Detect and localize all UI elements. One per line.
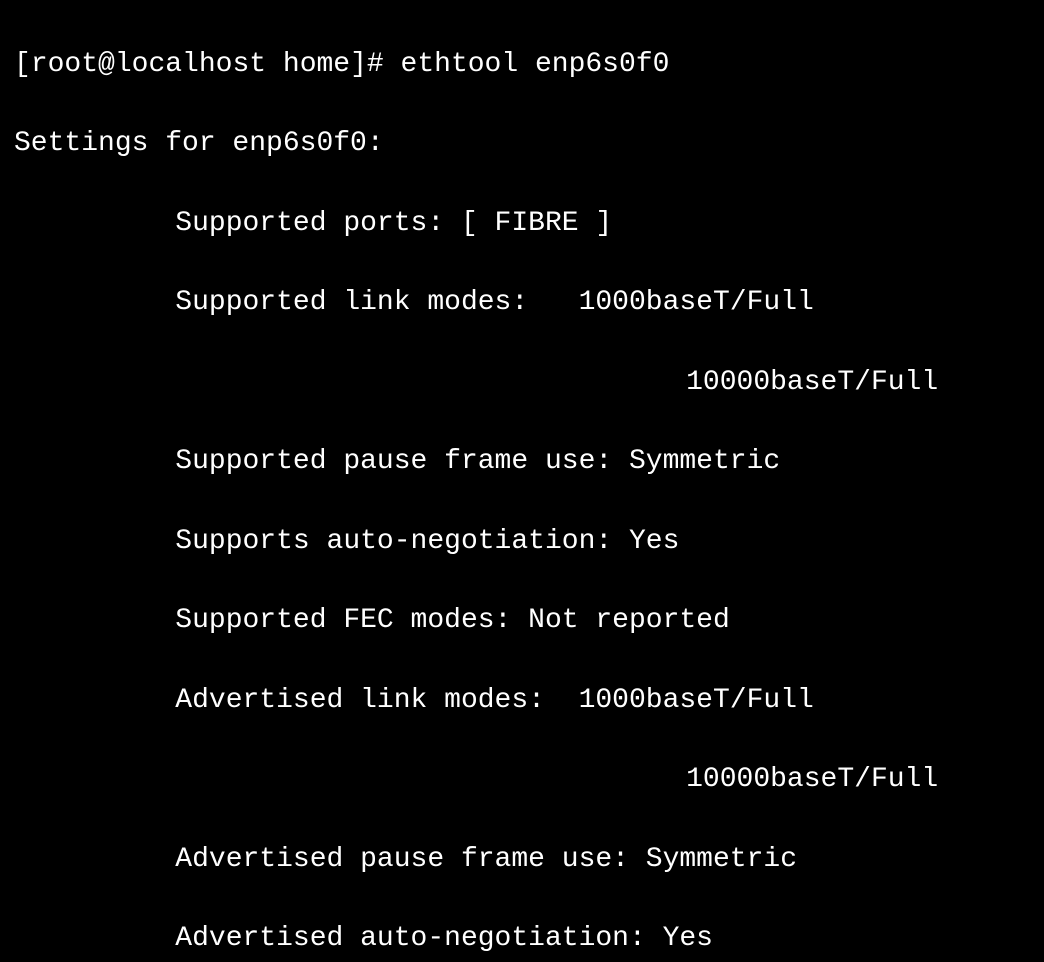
prompt-user: root [31,49,98,80]
supported-link-modes-label: Supported link modes: [175,287,578,318]
advertised-link-modes-label: Advertised link modes: [175,685,578,716]
supported-link-mode-2: 10000baseT/Full [686,367,938,398]
command-text: ethtool enp6s0f0 [401,49,670,80]
prompt-symbol: # [367,49,384,80]
supported-pause: Supported pause frame use: Symmetric [14,442,1030,482]
advertised-link-modes-line1: Advertised link modes: 1000baseT/Full [14,681,1030,721]
prompt-host: localhost [115,49,266,80]
advertised-pause: Advertised pause frame use: Symmetric [14,840,1030,880]
supported-link-modes-line2: 10000baseT/Full [14,363,1030,403]
settings-header: Settings for enp6s0f0: [14,124,1030,164]
supported-fec: Supported FEC modes: Not reported [14,601,1030,641]
terminal-window[interactable]: [root@localhost home]# ethtool enp6s0f0 … [0,0,1044,962]
supports-autoneg: Supports auto-negotiation: Yes [14,522,1030,562]
supported-link-modes-line1: Supported link modes: 1000baseT/Full [14,283,1030,323]
prompt-cwd: home [283,49,350,80]
prompt-line: [root@localhost home]# ethtool enp6s0f0 [14,45,1030,85]
supported-ports: Supported ports: [ FIBRE ] [14,204,1030,244]
advertised-link-modes-line2: 10000baseT/Full [14,760,1030,800]
advertised-autoneg: Advertised auto-negotiation: Yes [14,919,1030,959]
supported-link-mode-1: 1000baseT/Full [579,287,814,318]
advertised-link-mode-2: 10000baseT/Full [686,764,938,795]
advertised-link-mode-1: 1000baseT/Full [579,685,814,716]
